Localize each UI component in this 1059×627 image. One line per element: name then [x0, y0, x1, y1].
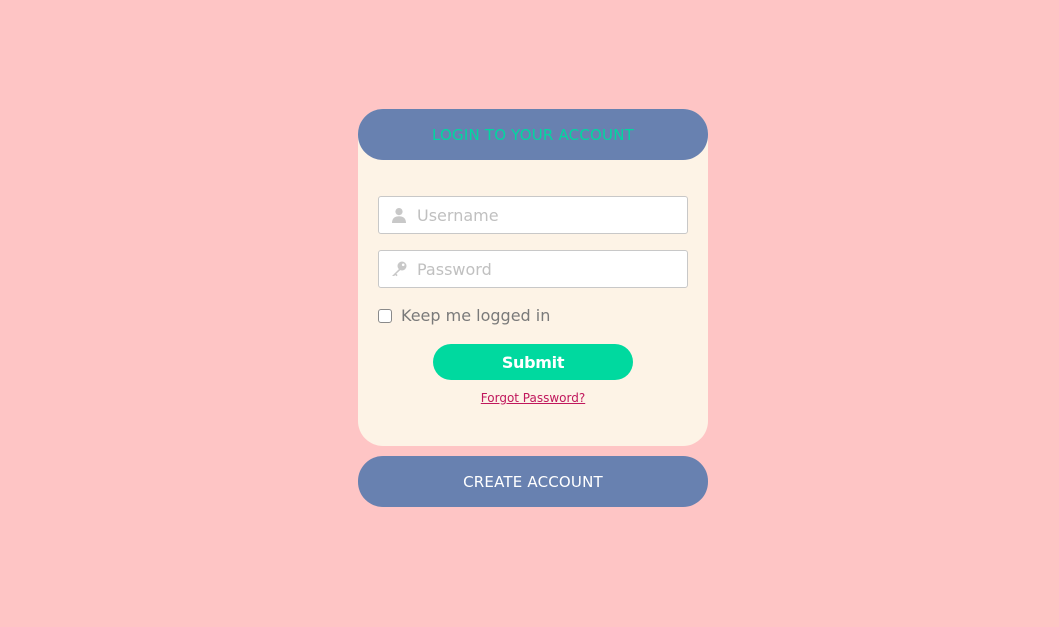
remember-checkbox[interactable]: [378, 308, 392, 323]
key-icon: [379, 251, 417, 287]
password-field[interactable]: [378, 250, 688, 288]
remember-me[interactable]: Keep me logged in: [378, 306, 550, 325]
remember-label: Keep me logged in: [401, 306, 551, 325]
user-icon: [379, 197, 417, 233]
forgot-password-link[interactable]: Forgot Password?: [358, 391, 708, 405]
login-card: LOGIN TO YOUR ACCOUNT Keep me logged in …: [358, 109, 708, 446]
create-account-button[interactable]: CREATE ACCOUNT: [358, 456, 708, 507]
username-field[interactable]: [378, 196, 688, 234]
username-input[interactable]: [417, 205, 677, 225]
login-title: LOGIN TO YOUR ACCOUNT: [358, 109, 708, 160]
submit-button[interactable]: Submit: [433, 344, 633, 380]
password-input[interactable]: [417, 259, 677, 279]
